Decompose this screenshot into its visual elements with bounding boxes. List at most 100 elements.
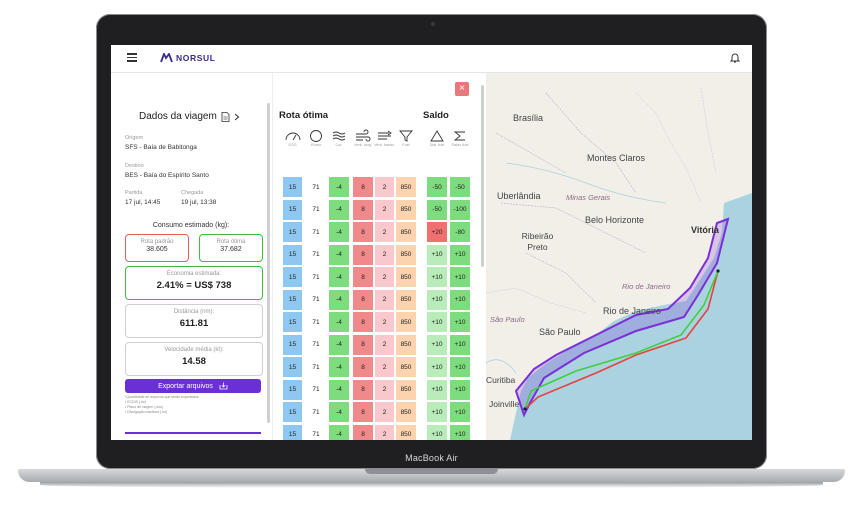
camera: [431, 22, 435, 26]
funnel-icon: [399, 130, 413, 142]
table-cell: +10: [427, 357, 447, 377]
table-cell: 8: [353, 312, 373, 332]
table-cell: 2: [375, 424, 394, 440]
map-label: Uberlândia: [497, 191, 541, 201]
menu-icon[interactable]: [127, 53, 137, 62]
voyage-panel-scrollbar[interactable]: [267, 103, 270, 423]
distance-label: Distância (nm):: [173, 309, 215, 315]
table-cell: 15: [283, 222, 302, 242]
table-cell: 71: [307, 379, 325, 400]
table-cell: 71: [307, 267, 325, 287]
destination-value: BES - Baía do Espírito Santo: [125, 172, 209, 179]
table-cell: 850: [396, 357, 416, 377]
table-cell: 2: [375, 222, 394, 242]
panel-bottom-divider: [125, 432, 261, 434]
export-label: Exportar arquivos: [158, 382, 213, 390]
map-label: Curitiba: [486, 375, 516, 385]
compass-icon: [310, 130, 322, 142]
consumption-title: Consumo estimado (kg):: [152, 222, 230, 229]
table-cell: 2: [375, 199, 394, 220]
table-cell: -4: [329, 334, 349, 355]
standard-route-label: Rota padrão: [140, 239, 174, 245]
table-cell: 8: [353, 402, 373, 422]
map-label: Joinville: [489, 399, 520, 409]
table-cell: 2: [375, 402, 394, 422]
table-cell: 8: [353, 267, 373, 287]
table-cell: 850: [396, 402, 416, 422]
map-label: São Paulo: [490, 315, 525, 324]
table-cell: -4: [329, 379, 349, 400]
table-cell: 71: [307, 334, 325, 355]
chevron-right-icon[interactable]: [234, 113, 240, 121]
table-cell: 8: [353, 244, 373, 265]
avg-speed-value: 14.58: [182, 356, 206, 367]
column-label: SOG: [288, 143, 297, 147]
voyage-panel: Dados da viagem Origem SFS - Baía de Bab…: [111, 73, 271, 440]
table-cell: -100: [450, 199, 470, 220]
table-cell: 8: [353, 357, 373, 377]
table-cell: +10: [450, 244, 470, 265]
sigma-icon: [453, 131, 465, 141]
table-cell: 15: [283, 379, 302, 400]
laptop-frame: NORSUL Dados da viagem Origem SFS - Baía…: [0, 0, 863, 509]
table-cell: +10: [450, 379, 470, 400]
table-cell: 8: [353, 334, 373, 355]
close-button[interactable]: ×: [455, 82, 469, 96]
top-bar: NORSUL: [111, 45, 752, 73]
table-cell: 71: [307, 357, 325, 377]
origin-label: Origem: [125, 135, 144, 141]
table-cell: 71: [307, 199, 325, 220]
table-cell: 15: [283, 357, 302, 377]
table-cell: 2: [375, 289, 394, 310]
arrival-value: 19 jul, 13:38: [181, 199, 217, 206]
table-cell: 2: [375, 312, 394, 332]
optimal-route-box: Rota ótima 37.682: [199, 234, 263, 262]
table-cell: -50: [450, 177, 470, 197]
table-cell: 850: [396, 424, 416, 440]
distance-value: 611.81: [179, 318, 209, 329]
arrival-label: Chegada: [181, 190, 204, 196]
document-icon[interactable]: [221, 111, 230, 122]
bell-icon[interactable]: [730, 52, 740, 63]
table-cell: 8: [353, 289, 373, 310]
table-cell: +10: [427, 424, 447, 440]
table-cell: +20: [427, 222, 447, 242]
table-cell: 15: [283, 424, 302, 440]
distance-box: Distância (nm): 611.81: [125, 304, 263, 338]
table-cell: +10: [450, 334, 470, 355]
destination-label: Destino: [125, 163, 144, 169]
table-cell: 71: [307, 244, 325, 265]
table-cell: 71: [307, 402, 325, 422]
table-cell: 71: [307, 424, 325, 440]
table-cell: 850: [396, 244, 416, 265]
table-cell: 850: [396, 289, 416, 310]
table-cell: -4: [329, 267, 349, 287]
table-cell: -50: [427, 199, 447, 220]
optimal-route-value: 37.682: [220, 246, 242, 253]
export-button[interactable]: Exportar arquivos: [125, 379, 261, 393]
map-view[interactable]: Brasília Montes Claros Minas Gerais Uber…: [486, 73, 752, 440]
table-cell: 15: [283, 177, 302, 197]
delta-icon: [430, 130, 444, 142]
optimal-route-label: Rota ótima: [216, 239, 246, 245]
table-cell: +10: [427, 402, 447, 422]
economy-label: Economia estimada:: [166, 271, 222, 277]
table-cell: -80: [450, 222, 470, 242]
route-table-scrollbar[interactable]: [481, 85, 484, 267]
table-cell: 71: [307, 289, 325, 310]
table-cell: 15: [283, 289, 302, 310]
standard-route-value: 38.605: [146, 246, 168, 253]
map-label: Montes Claros: [587, 153, 646, 163]
table-cell: 850: [396, 267, 416, 287]
standard-route-box: Rota padrão 38.605: [125, 234, 189, 262]
voyage-title-row: Dados da viagem: [139, 111, 240, 122]
map-label: Brasília: [513, 113, 544, 123]
table-cell: -4: [329, 312, 349, 332]
table-cell: -50: [427, 177, 447, 197]
departure-label: Partida: [125, 190, 143, 196]
download-icon: [219, 382, 228, 390]
table-cell: -4: [329, 357, 349, 377]
table-cell: +10: [450, 424, 470, 440]
table-cell: -4: [329, 177, 349, 197]
device-label: MacBook Air: [405, 453, 458, 463]
